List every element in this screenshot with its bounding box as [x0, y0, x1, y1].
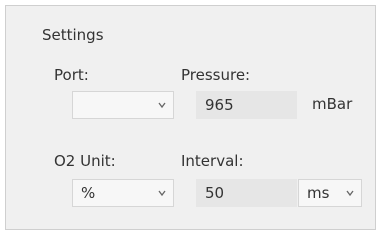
pressure-value: 965 [205, 96, 234, 114]
interval-unit-dropdown[interactable]: ms [298, 179, 362, 207]
interval-unit-value: ms [307, 184, 330, 202]
port-label: Port: [54, 66, 89, 84]
settings-group: Settings Port: Pressure: 965 mBar O2 Uni… [5, 5, 376, 230]
o2-unit-dropdown[interactable]: % [72, 179, 174, 207]
pressure-unit: mBar [312, 95, 353, 113]
pressure-label: Pressure: [181, 66, 251, 84]
chevron-down-icon [158, 102, 166, 109]
chevron-down-icon [158, 190, 166, 197]
o2-unit-label: O2 Unit: [54, 152, 116, 170]
settings-title: Settings [42, 26, 104, 44]
interval-label: Interval: [181, 152, 244, 170]
pressure-input[interactable]: 965 [196, 91, 297, 119]
port-dropdown[interactable] [72, 91, 174, 119]
interval-input[interactable]: 50 [196, 179, 297, 207]
interval-value: 50 [205, 184, 225, 202]
chevron-down-icon [346, 190, 354, 197]
o2-unit-value: % [81, 184, 96, 202]
